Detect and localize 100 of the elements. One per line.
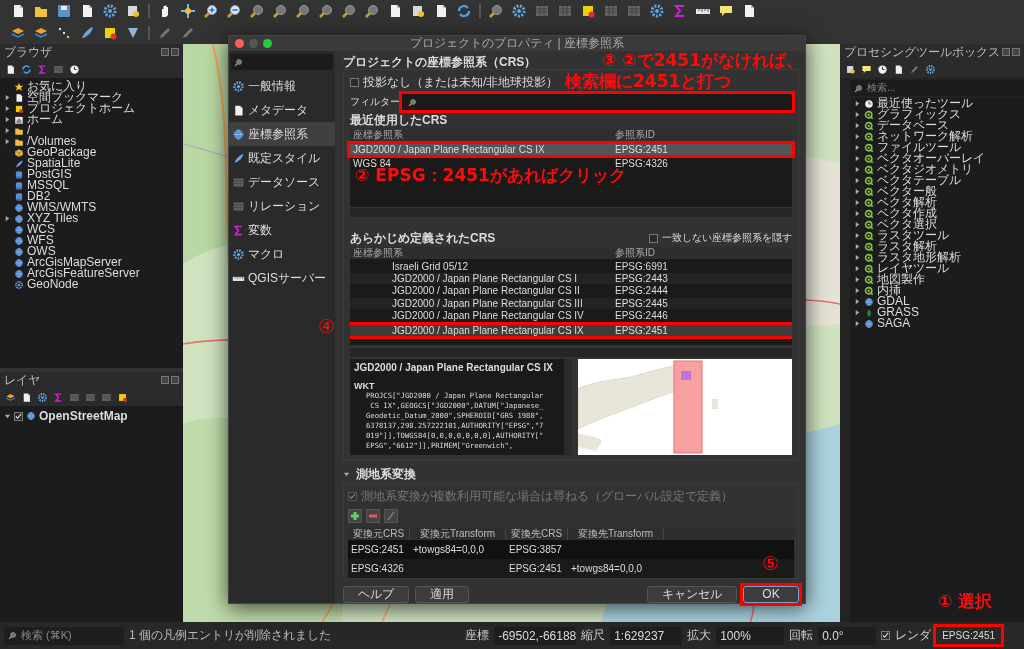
magnifier-icon[interactable] — [272, 3, 288, 19]
tree-item[interactable]: ベクター般 — [877, 186, 937, 197]
gear-icon[interactable] — [925, 63, 936, 75]
ring-icon — [864, 131, 874, 142]
scale-field[interactable]: 1:629237 — [610, 626, 683, 645]
tree-item[interactable]: ベクタオーバーレイ — [877, 153, 985, 164]
document-icon[interactable] — [21, 391, 32, 403]
checkbox[interactable] — [14, 411, 23, 421]
tree-item[interactable]: グラフィックス — [877, 109, 961, 120]
tree-item[interactable]: OWS — [27, 246, 56, 257]
layers-icon[interactable] — [5, 391, 16, 403]
search-field[interactable]: 検索 (⌘K) — [4, 626, 124, 645]
globe-icon — [14, 257, 24, 268]
tree-item[interactable]: ベクタ選択 — [877, 219, 937, 230]
search-field[interactable]: 検索... — [867, 81, 896, 95]
square-icon[interactable] — [580, 3, 596, 19]
ring-icon — [864, 285, 874, 296]
tree-item[interactable]: SAGA — [877, 318, 911, 329]
grid-icon[interactable] — [85, 391, 96, 403]
tree-item[interactable]: MSSQL — [27, 180, 69, 191]
gear-icon[interactable] — [37, 391, 48, 403]
tree-item[interactable]: 地図製作 — [877, 274, 925, 285]
grid-icon[interactable] — [101, 391, 112, 403]
tree-item[interactable]: ArcGisMapServer — [27, 257, 122, 268]
magnifier-icon[interactable] — [488, 3, 504, 19]
tree-item[interactable]: ベクタ解析 — [877, 197, 937, 208]
document-icon[interactable] — [5, 63, 16, 75]
sigma-icon[interactable] — [37, 63, 48, 75]
gear-icon[interactable] — [102, 3, 118, 19]
tree-item[interactable]: データベース — [877, 120, 949, 131]
tree-item[interactable]: ラスタ地形解析 — [877, 252, 961, 263]
refresh-icon[interactable] — [21, 63, 32, 75]
tree-item[interactable]: WCS — [27, 224, 55, 235]
tree-item[interactable]: ホーム — [27, 114, 63, 125]
tree-item[interactable]: 空間ブックマーク — [27, 92, 123, 103]
dots-icon[interactable] — [56, 25, 72, 41]
pencil-icon[interactable] — [909, 63, 920, 75]
tree-item[interactable]: ベクタテーブル — [877, 175, 961, 186]
rotation-field[interactable]: 0.0° — [818, 626, 877, 645]
tree-item[interactable]: GeoPackage — [27, 147, 97, 158]
grid-icon[interactable] — [53, 63, 64, 75]
grid-icon[interactable] — [69, 391, 80, 403]
sigma-icon[interactable] — [53, 391, 64, 403]
coordinate-field[interactable]: -69502,-66188 — [494, 626, 577, 645]
tree-item[interactable]: GeoNode — [27, 279, 79, 290]
zoom-out-icon[interactable] — [226, 3, 242, 19]
tree-item[interactable]: XYZ Tiles — [27, 213, 79, 224]
document-icon[interactable] — [893, 63, 904, 75]
tree-item[interactable]: レイヤツール — [877, 263, 949, 274]
crs-button[interactable]: EPSG:2451 — [936, 627, 1001, 644]
save-icon[interactable] — [56, 3, 72, 19]
feather-icon — [14, 158, 24, 169]
crosshair-icon[interactable] — [180, 3, 196, 19]
tree-item[interactable]: ベクタジオメトリ — [877, 164, 973, 175]
layer-name[interactable]: OpenStreetMap — [39, 410, 128, 422]
tree-item[interactable]: ネットワーク解析 — [877, 131, 973, 142]
tree-item[interactable]: ラスタ解析 — [877, 241, 937, 252]
pencil-icon[interactable] — [157, 25, 173, 41]
layers-icon[interactable] — [33, 25, 49, 41]
magnifier-icon[interactable] — [249, 3, 265, 19]
square-icon[interactable] — [102, 25, 118, 41]
tree-item[interactable]: GRASS — [877, 307, 919, 318]
layers-icon[interactable] — [10, 25, 26, 41]
tree-item[interactable]: 内挿 — [877, 285, 901, 296]
zoom-in-icon[interactable] — [203, 3, 219, 19]
tree-item[interactable]: ラスタツール — [877, 230, 949, 241]
square-icon[interactable] — [117, 391, 128, 403]
tree-item[interactable]: ファイルツール — [877, 142, 961, 153]
clock-icon[interactable] — [877, 63, 888, 75]
magnifier-icon[interactable] — [318, 3, 334, 19]
tree-item[interactable]: ArcGisFeatureServer — [27, 268, 140, 279]
gear-icon[interactable] — [649, 3, 665, 19]
magnifier-icon[interactable] — [341, 3, 357, 19]
tree-item[interactable]: / — [27, 125, 31, 136]
tree-item[interactable]: SpatiaLite — [27, 158, 81, 169]
speech-bubble-icon[interactable] — [861, 63, 872, 75]
feather-icon[interactable] — [79, 25, 95, 41]
expand-arrow-icon[interactable] — [4, 412, 11, 420]
checkbox[interactable] — [881, 631, 891, 640]
tree-item[interactable]: GDAL — [877, 296, 910, 307]
expand-arrow-icon[interactable] — [4, 215, 11, 222]
tree-item[interactable]: ベクタ作成 — [877, 208, 937, 219]
ring-icon — [864, 164, 874, 175]
tree-item[interactable]: DB2 — [27, 191, 51, 202]
magnifier-icon[interactable] — [295, 3, 311, 19]
field-label: 拡大 — [687, 627, 712, 644]
magnifier-icon[interactable] — [364, 3, 380, 19]
refresh-icon[interactable] — [456, 3, 472, 19]
tree-item[interactable]: WFS — [27, 235, 54, 246]
magnifier-field[interactable]: 100% — [716, 626, 785, 645]
pencil-icon[interactable] — [180, 25, 196, 41]
speech-bubble-icon[interactable] — [718, 3, 734, 19]
tree-item[interactable]: PostGIS — [27, 169, 72, 180]
tree-item[interactable]: /Volumes — [27, 136, 77, 147]
tree-item[interactable]: 最近使ったツール — [877, 98, 973, 109]
tree-item[interactable]: プロジェクトホーム — [27, 103, 135, 114]
clock-icon[interactable] — [69, 63, 80, 75]
tree-item[interactable]: WMS/WMTS — [27, 202, 97, 213]
tree-item[interactable]: お気に入り — [27, 81, 87, 92]
gear-icon[interactable] — [511, 3, 527, 19]
